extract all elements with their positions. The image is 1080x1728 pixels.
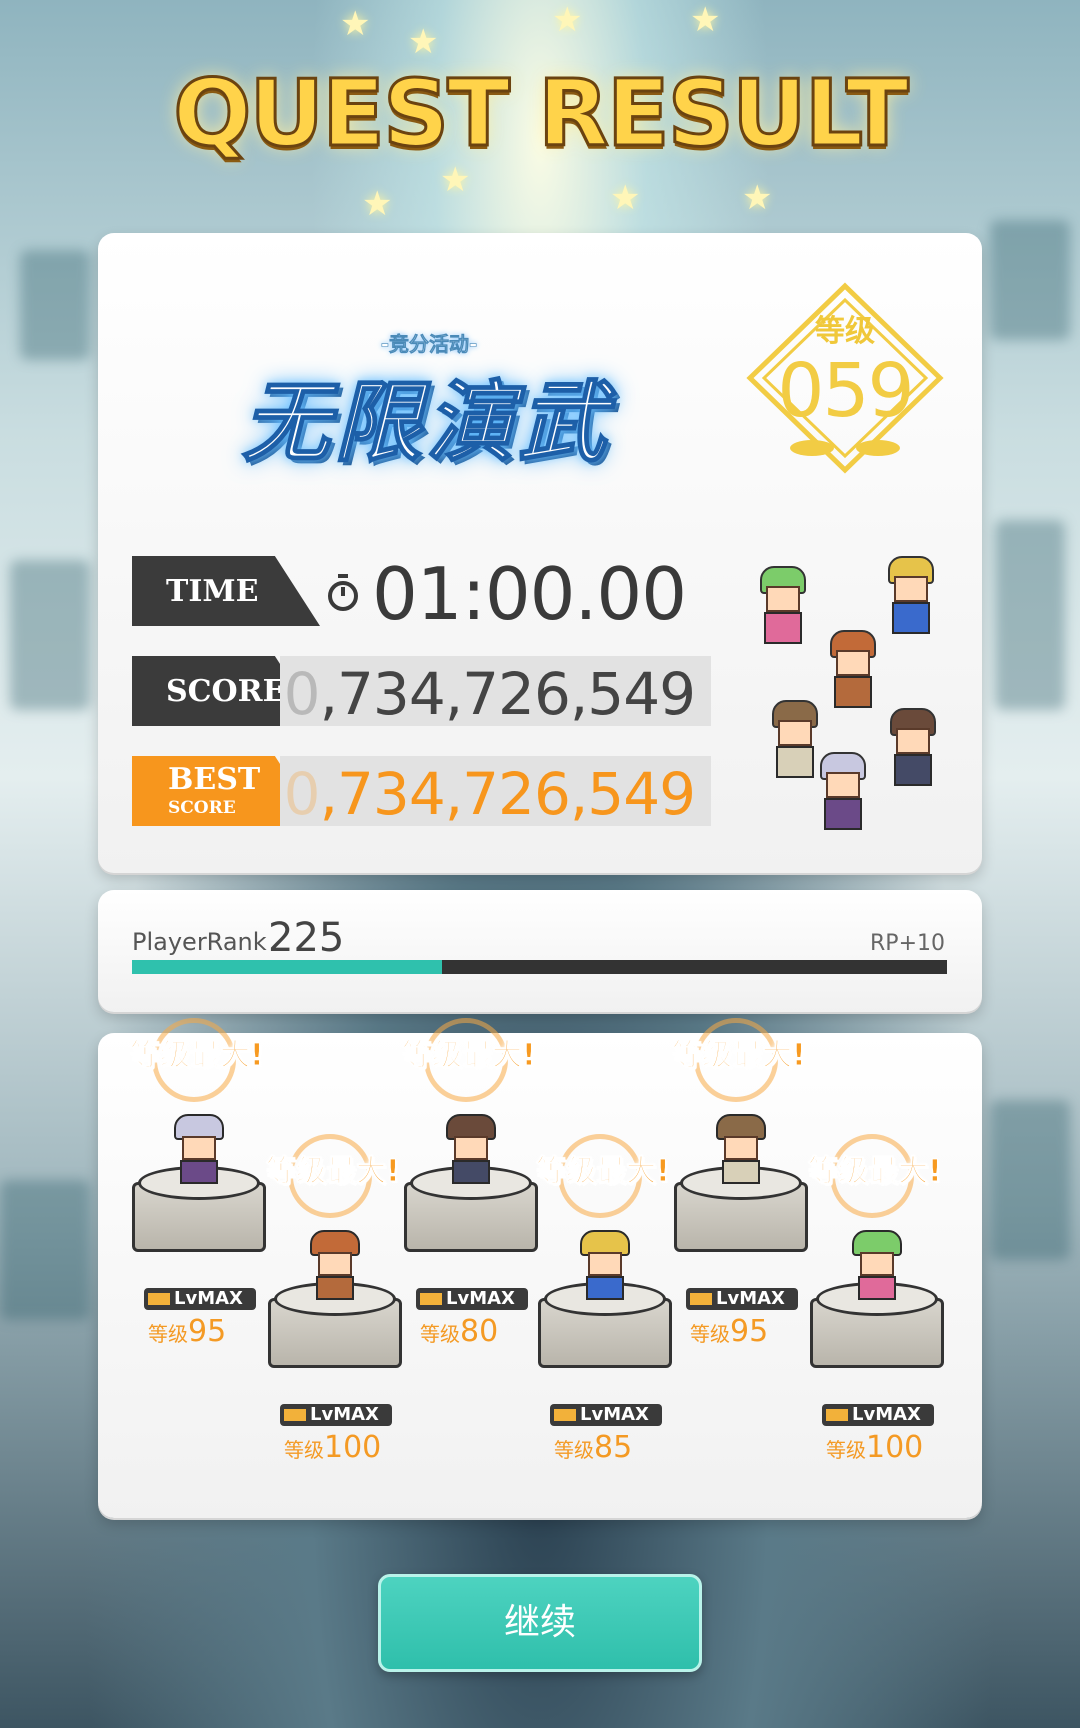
party-sprite bbox=[812, 752, 874, 832]
character-sprite bbox=[574, 1230, 636, 1302]
max-level-badge: 等级最大! bbox=[808, 1154, 943, 1190]
max-level-badge: 等级最大! bbox=[402, 1038, 537, 1074]
score-digits: ,734,726,549 bbox=[319, 660, 696, 728]
star-icon: ★ bbox=[408, 22, 439, 62]
character-card: 等级最大! LvMAX 等级95 bbox=[672, 1018, 812, 1349]
party-sprite bbox=[822, 630, 884, 710]
character-card: 等级最大! LvMAX 等级100 bbox=[266, 1134, 406, 1465]
time-label-text: TIME bbox=[166, 574, 259, 609]
lvmax-tag: LvMAX bbox=[416, 1288, 528, 1310]
level-key: 等级 bbox=[690, 1322, 730, 1346]
rp-gain: RP+10 bbox=[870, 931, 945, 956]
character-card: 等级最大! LvMAX 等级80 bbox=[402, 1018, 542, 1349]
character-sprite bbox=[710, 1114, 772, 1186]
best-digits: ,734,726,549 bbox=[319, 760, 696, 828]
character-card: 等级最大! LvMAX 等级100 bbox=[808, 1134, 948, 1465]
party-sprite bbox=[752, 566, 814, 646]
character-level: 等级80 bbox=[420, 1314, 498, 1349]
bg-block bbox=[10, 560, 90, 710]
character-sprite bbox=[846, 1230, 908, 1302]
level-number: 95 bbox=[188, 1314, 227, 1349]
bg-block bbox=[990, 1100, 1070, 1260]
rank-progress-bar bbox=[132, 960, 947, 974]
star-icon: ★ bbox=[362, 184, 393, 224]
max-level-badge: 等级最大! bbox=[266, 1154, 401, 1190]
bg-block bbox=[20, 250, 90, 360]
character-sprite bbox=[440, 1114, 502, 1186]
lvmax-tag: LvMAX bbox=[144, 1288, 256, 1310]
level-number: 85 bbox=[594, 1430, 633, 1465]
score-lead-zero: 0 bbox=[283, 660, 321, 728]
bg-block bbox=[990, 220, 1070, 340]
level-key: 等级 bbox=[420, 1322, 460, 1346]
event-logo: 无限演武 bbox=[241, 370, 610, 475]
character-sprite bbox=[168, 1114, 230, 1186]
level-badge: 等级 059 bbox=[740, 278, 950, 488]
score-label-text: SCORE bbox=[166, 674, 286, 709]
level-key: 等级 bbox=[284, 1438, 324, 1462]
character-level: 等级85 bbox=[554, 1430, 632, 1465]
star-icon: ★ bbox=[340, 4, 371, 44]
max-level-badge: 等级最大! bbox=[672, 1038, 807, 1074]
page-title: QUEST RESULT bbox=[172, 59, 911, 169]
level-value: 059 bbox=[777, 348, 914, 434]
player-rank-label: PlayerRank bbox=[132, 928, 267, 956]
level-number: 95 bbox=[730, 1314, 769, 1349]
timer-icon bbox=[328, 574, 358, 611]
level-number: 80 bbox=[460, 1314, 499, 1349]
level-key: 等级 bbox=[826, 1438, 866, 1462]
character-card: 等级最大! LvMAX 等级95 bbox=[130, 1018, 270, 1349]
star-icon: ★ bbox=[552, 0, 583, 40]
level-number: 100 bbox=[866, 1430, 924, 1465]
character-level: 等级95 bbox=[690, 1314, 768, 1349]
best-label-text: BEST bbox=[168, 762, 261, 797]
best-label-subtext: SCORE bbox=[168, 798, 236, 818]
best-lead-zero: 0 bbox=[283, 760, 321, 828]
title-banner: QUEST RESULT bbox=[0, 59, 1080, 169]
best-score-value: 0,734,726,549 bbox=[283, 760, 696, 828]
time-value: 01:00.00 bbox=[372, 552, 687, 636]
continue-button[interactable]: 继续 bbox=[378, 1574, 702, 1672]
bg-block bbox=[0, 1180, 90, 1320]
character-level: 等级100 bbox=[826, 1430, 923, 1465]
max-level-badge: 等级最大! bbox=[536, 1154, 671, 1190]
lvmax-tag: LvMAX bbox=[686, 1288, 798, 1310]
star-icon: ★ bbox=[610, 178, 641, 218]
max-level-badge: 等级最大! bbox=[130, 1038, 265, 1074]
lvmax-tag: LvMAX bbox=[280, 1404, 392, 1426]
party-sprite bbox=[880, 556, 942, 636]
star-icon: ★ bbox=[690, 0, 721, 40]
character-sprite bbox=[304, 1230, 366, 1302]
character-level: 等级95 bbox=[148, 1314, 226, 1349]
character-card: 等级最大! LvMAX 等级85 bbox=[536, 1134, 676, 1465]
rank-progress-fill bbox=[132, 960, 442, 974]
party-sprite bbox=[882, 708, 944, 788]
lvmax-tag: LvMAX bbox=[822, 1404, 934, 1426]
player-rank-value: 225 bbox=[268, 915, 345, 961]
level-key: 等级 bbox=[148, 1322, 188, 1346]
bg-block bbox=[995, 520, 1065, 710]
level-label: 等级 bbox=[815, 314, 875, 349]
lvmax-tag: LvMAX bbox=[550, 1404, 662, 1426]
character-level: 等级100 bbox=[284, 1430, 381, 1465]
score-value: 0,734,726,549 bbox=[283, 660, 696, 728]
level-key: 等级 bbox=[554, 1438, 594, 1462]
star-icon: ★ bbox=[742, 178, 773, 218]
level-number: 100 bbox=[324, 1430, 382, 1465]
